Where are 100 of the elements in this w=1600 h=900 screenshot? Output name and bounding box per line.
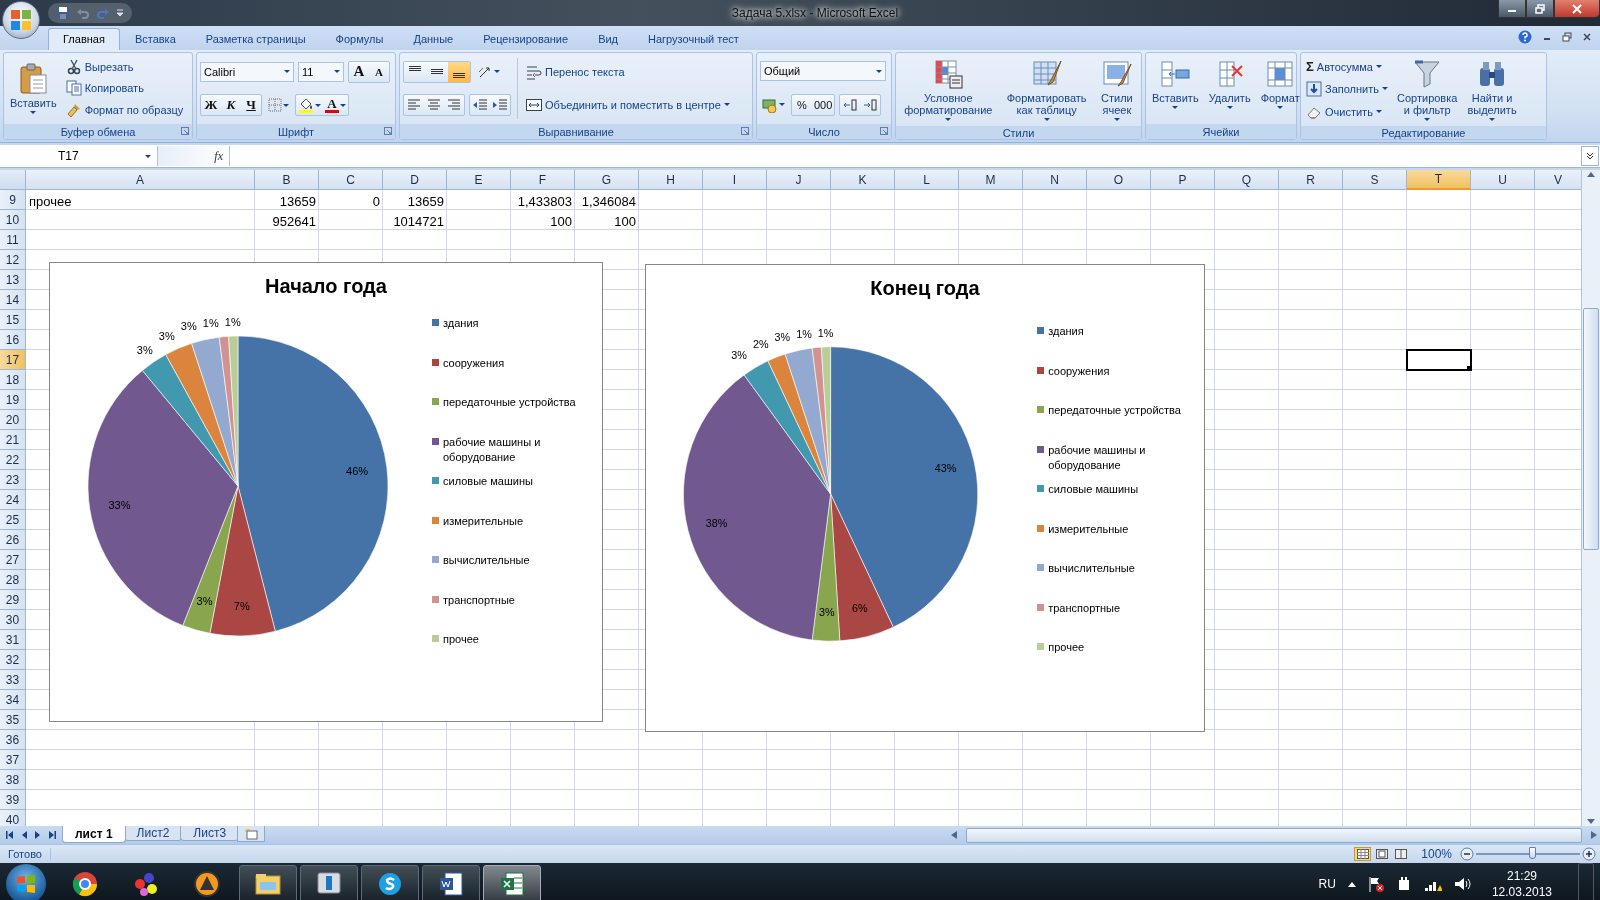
toolbar-button[interactable]: Заполнить: [1304, 80, 1390, 98]
row-header[interactable]: 36: [0, 730, 26, 750]
column-header[interactable]: L: [895, 170, 959, 190]
language-indicator[interactable]: RU: [1318, 877, 1336, 891]
taskbar-button[interactable]: [483, 865, 541, 900]
dialog-launcher-icon[interactable]: [741, 127, 749, 135]
row-header[interactable]: 16: [0, 330, 26, 350]
column-header[interactable]: T: [1407, 170, 1471, 190]
grow-font-button[interactable]: A: [349, 61, 369, 82]
italic-button[interactable]: К: [221, 95, 241, 116]
toolbar-button[interactable]: Σ Автосумма: [1304, 58, 1390, 76]
column-header[interactable]: M: [959, 170, 1023, 190]
row-header[interactable]: 35: [0, 710, 26, 730]
row-header[interactable]: 9: [0, 190, 26, 210]
row-header[interactable]: 33: [0, 670, 26, 690]
close-button[interactable]: [1554, 0, 1600, 18]
dialog-launcher-icon[interactable]: [880, 127, 888, 135]
column-header[interactable]: A: [26, 170, 255, 190]
number-format-field[interactable]: Общий: [760, 61, 886, 82]
taskbar-button[interactable]: [300, 865, 358, 900]
row-header[interactable]: 13: [0, 270, 26, 290]
bold-button[interactable]: Ж: [201, 95, 221, 116]
ribbon-button[interactable]: Найти и выделить: [1464, 56, 1520, 123]
ribbon-button[interactable]: Условное форматирование: [901, 56, 996, 123]
vertical-scrollbar[interactable]: [1581, 170, 1600, 826]
column-header[interactable]: K: [831, 170, 895, 190]
column-header[interactable]: V: [1535, 170, 1581, 190]
column-header[interactable]: S: [1343, 170, 1407, 190]
normal-view-button[interactable]: [1354, 847, 1372, 861]
font-size-field[interactable]: 11: [298, 61, 344, 82]
font-color-button[interactable]: A: [323, 95, 348, 116]
office-button[interactable]: [2, 1, 40, 39]
column-header[interactable]: G: [575, 170, 639, 190]
column-header[interactable]: N: [1023, 170, 1087, 190]
column-header[interactable]: H: [639, 170, 703, 190]
ribbon-button[interactable]: Удалить: [1205, 56, 1254, 121]
row-header[interactable]: 34: [0, 690, 26, 710]
font-name-field[interactable]: Calibri: [200, 61, 294, 82]
expand-button[interactable]: [1581, 146, 1599, 166]
underline-button[interactable]: Ч: [241, 95, 261, 116]
row-header[interactable]: 27: [0, 550, 26, 570]
row-header[interactable]: 22: [0, 450, 26, 470]
row-header[interactable]: 40: [0, 810, 26, 826]
sheet-tab[interactable]: Лист2: [123, 826, 183, 841]
shrink-font-button[interactable]: A: [369, 61, 389, 82]
column-header[interactable]: F: [511, 170, 575, 190]
row-header[interactable]: 15: [0, 310, 26, 330]
minimize-button[interactable]: [1498, 0, 1526, 18]
ribbon-button[interactable]: Сортировка и фильтр: [1394, 56, 1461, 123]
column-header[interactable]: U: [1471, 170, 1535, 190]
row-header[interactable]: 39: [0, 790, 26, 810]
ribbon-button[interactable]: Вставить: [7, 56, 60, 121]
row-header[interactable]: 32: [0, 650, 26, 670]
ribbon-tab[interactable]: Разметка страницы: [190, 28, 321, 50]
sheet-tab[interactable]: лист 1: [62, 826, 126, 843]
row-header[interactable]: 38: [0, 770, 26, 790]
row-header[interactable]: 20: [0, 410, 26, 430]
row-header[interactable]: 31: [0, 630, 26, 650]
ribbon-tab[interactable]: Главная: [48, 28, 120, 50]
toolbar-button[interactable]: Очистить: [1304, 102, 1390, 121]
ribbon-tab[interactable]: Формулы: [320, 28, 399, 50]
row-header[interactable]: 18: [0, 370, 26, 390]
bottom-align-button[interactable]: [448, 61, 470, 82]
column-header[interactable]: R: [1279, 170, 1343, 190]
row-header[interactable]: 17: [0, 350, 26, 370]
row-header[interactable]: 37: [0, 750, 26, 770]
row-header[interactable]: 23: [0, 470, 26, 490]
column-header[interactable]: O: [1087, 170, 1151, 190]
column-header[interactable]: E: [447, 170, 511, 190]
insert-function-button[interactable]: fx: [214, 148, 223, 164]
ribbon-tab[interactable]: Вид: [583, 28, 634, 50]
row-header[interactable]: 12: [0, 250, 26, 270]
selected-cell[interactable]: [1407, 350, 1471, 370]
row-header[interactable]: 24: [0, 490, 26, 510]
row-header[interactable]: 29: [0, 590, 26, 610]
row-header[interactable]: 14: [0, 290, 26, 310]
dialog-launcher-icon[interactable]: [181, 127, 189, 135]
sheet-tab[interactable]: Лист3: [180, 826, 240, 841]
ribbon-button[interactable]: Форматировать как таблицу: [1003, 56, 1090, 123]
column-header[interactable]: C: [319, 170, 383, 190]
ribbon-tab[interactable]: Данные: [398, 28, 469, 50]
toolbar-button[interactable]: Вырезать: [63, 57, 186, 76]
taskbar-button[interactable]: [239, 865, 297, 900]
row-header[interactable]: 19: [0, 390, 26, 410]
toolbar-button[interactable]: Объединить и поместить в центре: [524, 95, 732, 114]
page-break-view-button[interactable]: [1392, 847, 1410, 861]
row-header[interactable]: 28: [0, 570, 26, 590]
row-header[interactable]: 25: [0, 510, 26, 530]
page-layout-button[interactable]: [1373, 847, 1391, 861]
start-button[interactable]: [6, 864, 46, 900]
row-header[interactable]: 11: [0, 230, 26, 250]
taskbar-button[interactable]: [361, 865, 419, 900]
ribbon-tab[interactable]: Рецензирование: [468, 28, 584, 50]
toolbar-button[interactable]: Перенос текста: [524, 63, 732, 82]
ribbon-tab[interactable]: Вставка: [119, 28, 191, 50]
row-header[interactable]: 30: [0, 610, 26, 630]
column-header[interactable]: I: [703, 170, 767, 190]
scroll-thumb[interactable]: [1583, 308, 1599, 550]
zoom-slider[interactable]: [1529, 847, 1537, 859]
row-header[interactable]: 10: [0, 210, 26, 230]
